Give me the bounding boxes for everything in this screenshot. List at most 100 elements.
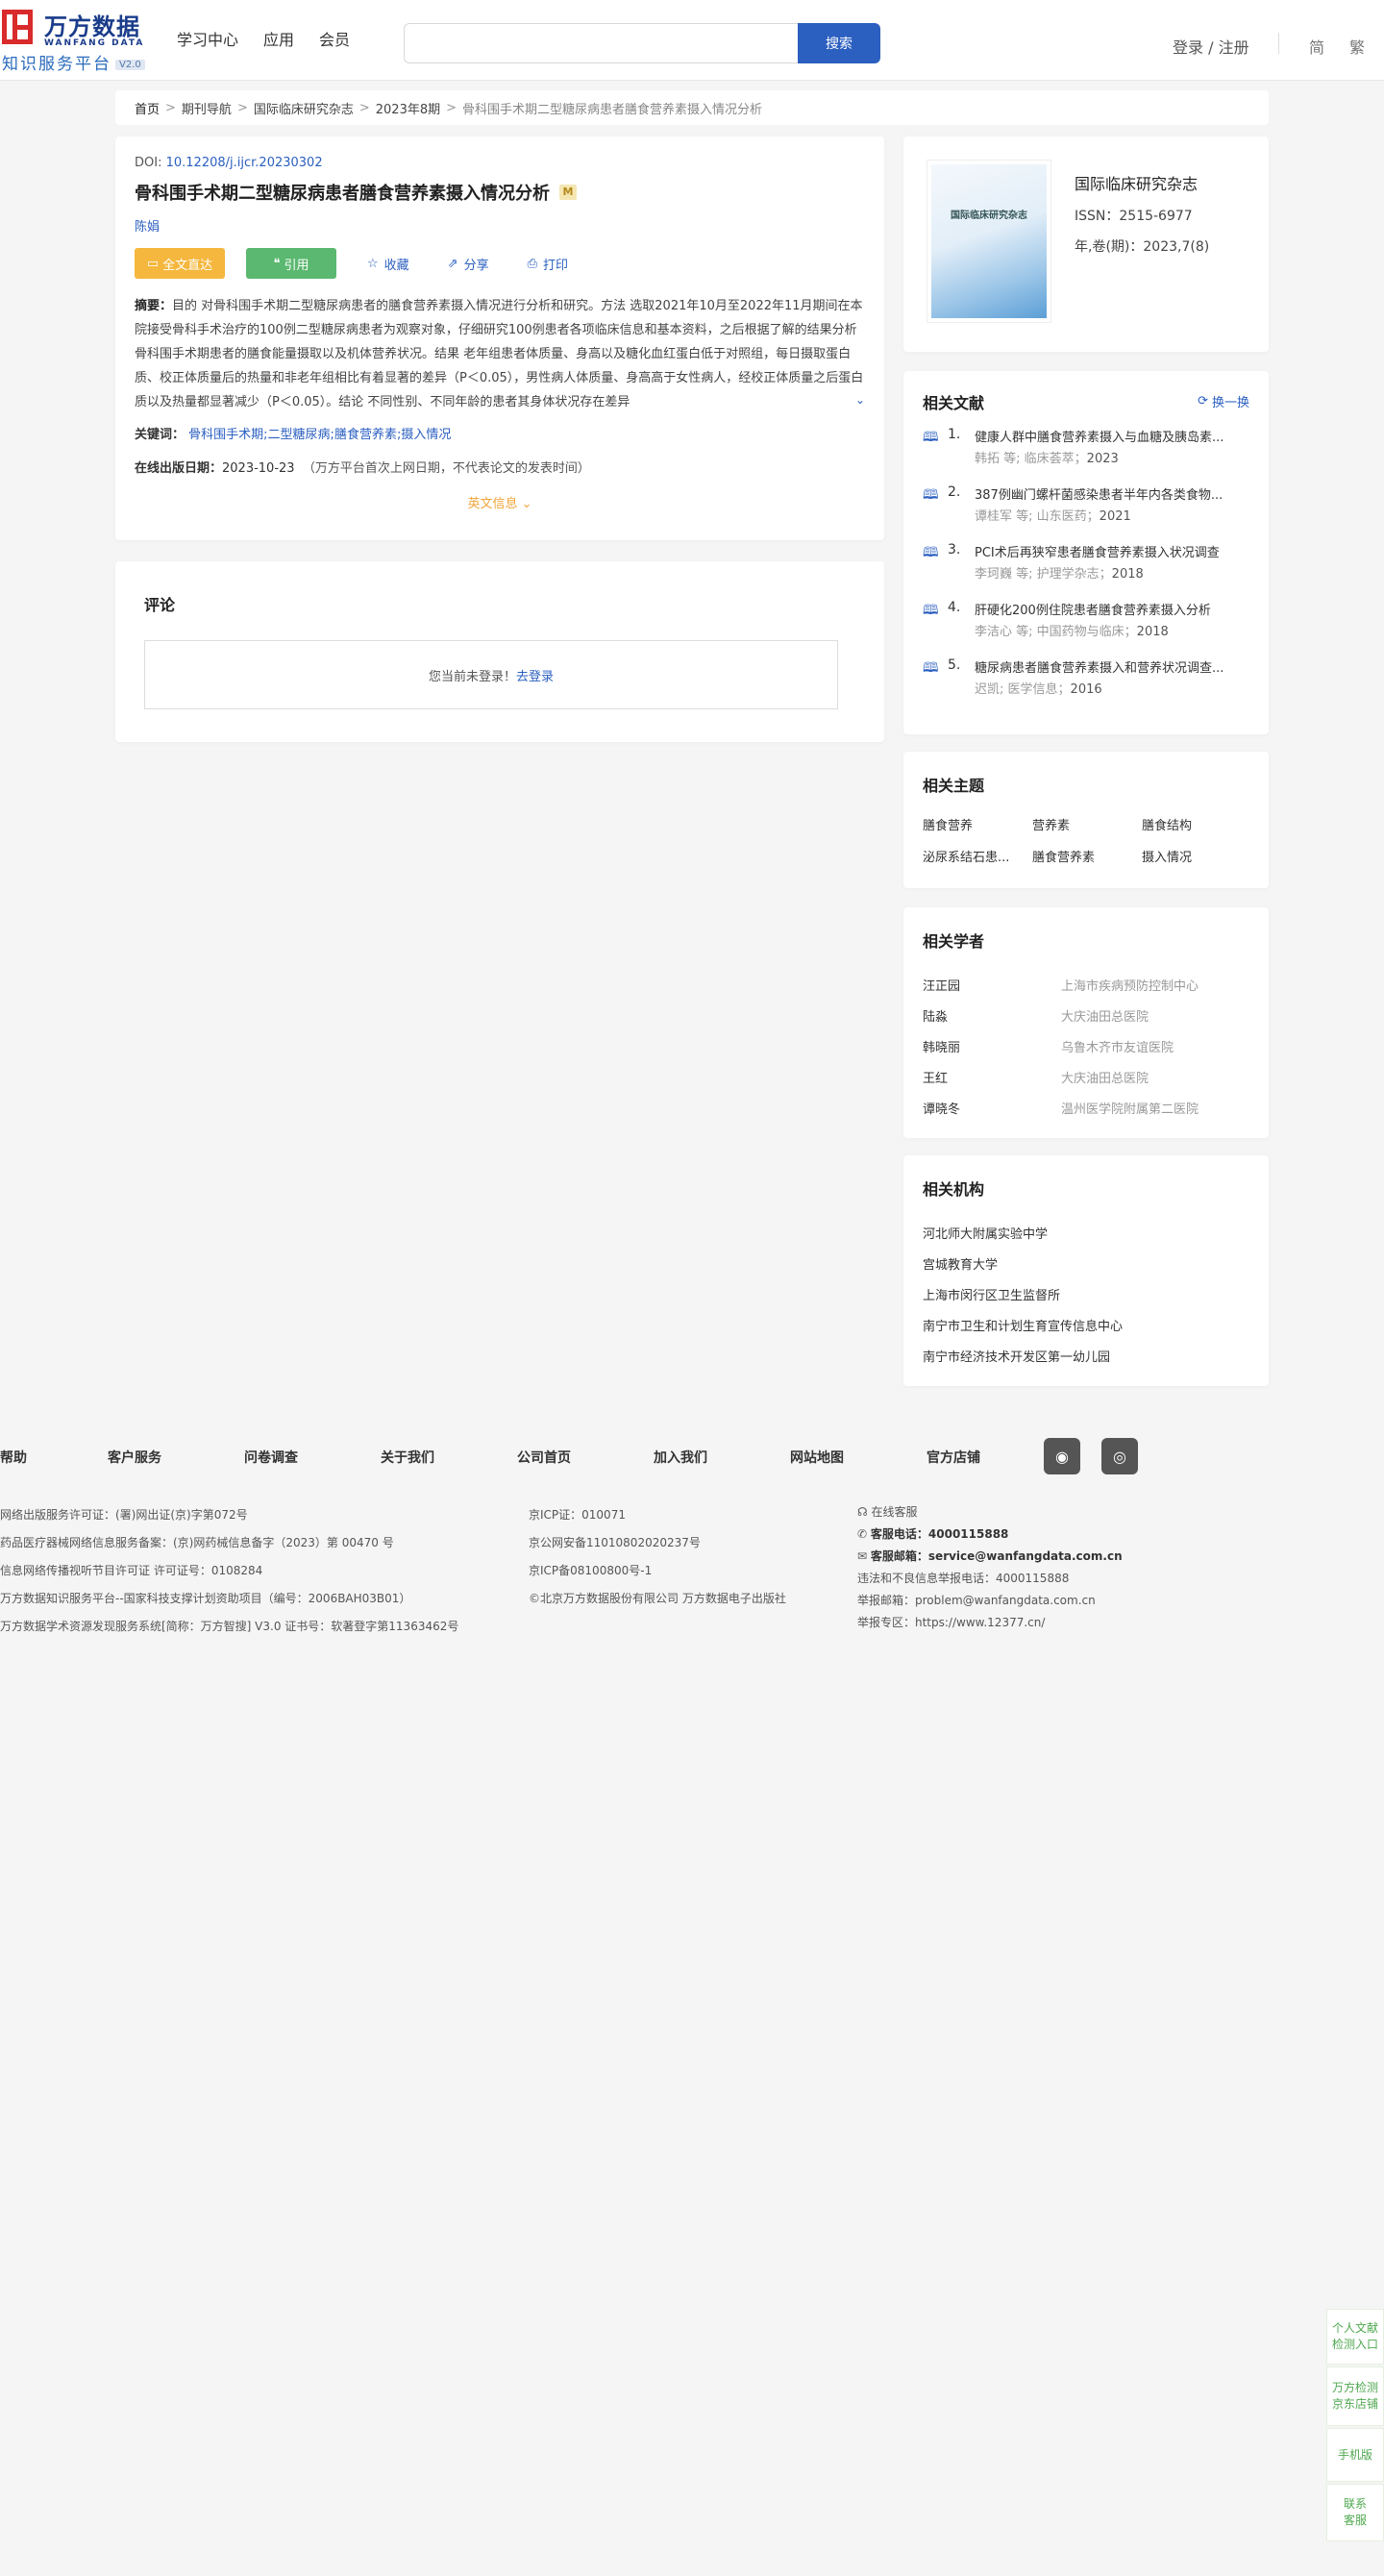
report-email: 举报邮箱：problem@wanfangdata.com.cn [857, 1594, 1096, 1607]
email-address: service@wanfangdata.com.cn [927, 1549, 1123, 1563]
keyword-link[interactable]: 骨科围手术期; [188, 428, 267, 442]
mobile-version-entry[interactable]: 手机版 [1326, 2428, 1384, 2482]
doc-title[interactable]: 肝硬化200例住院患者膳食营养素摄入分析 [975, 600, 1249, 618]
doi-label: DOI: [135, 156, 162, 170]
footer-join-us[interactable]: 加入我们 [654, 1448, 707, 1467]
login-register-link[interactable]: 登录 / 注册 [1173, 35, 1249, 58]
star-icon: ☆ [367, 256, 379, 271]
doc-title[interactable]: PCI术后再狭窄患者膳食营养素摄入状况调查 [975, 542, 1249, 560]
org-link[interactable]: 南宁市经济技术开发区第一幼儿园 [923, 1340, 1249, 1371]
topic-link[interactable]: 膳食营养 [923, 815, 1032, 833]
cite-button[interactable]: ❝ 引用 [246, 248, 336, 279]
logo-english: WANFANG DATA [44, 38, 145, 48]
related-doc-item[interactable]: 🕮 5. 糖尿病患者膳食营养素摄入和营养状况调查... 迟凯; 医学信息；201… [923, 657, 1249, 702]
doc-title[interactable]: 健康人群中膳食营养素摄入与血糖及胰岛素... [975, 427, 1249, 445]
icp-line[interactable]: 京ICP证：010071 [529, 1501, 786, 1529]
plagiarism-check-entry[interactable]: 个人文献检测入口 [1326, 2309, 1384, 2365]
topic-link[interactable]: 膳食营养素 [1032, 847, 1142, 865]
wechat-icon[interactable]: ◎ [1101, 1438, 1138, 1474]
icp-line[interactable]: 京公网安备11010802020237号 [529, 1529, 786, 1557]
related-doc-item[interactable]: 🕮 4. 肝硬化200例住院患者膳食营养素摄入分析 李洁心 等; 中国药物与临床… [923, 600, 1249, 644]
footer-customer-service[interactable]: 客户服务 [108, 1448, 161, 1467]
footer-sitemap[interactable]: 网站地图 [790, 1448, 844, 1467]
main-nav: 学习中心 应用 会员 [177, 27, 350, 50]
online-service-link[interactable]: ☊ 在线客服 [857, 1501, 1123, 1523]
keyword-link[interactable]: 二型糖尿病; [268, 428, 334, 442]
full-text-icon: ▭ [146, 256, 160, 271]
chevron-down-icon[interactable]: ⌄ [851, 388, 865, 412]
scholar-name[interactable]: 汪正园 [923, 976, 1061, 994]
doc-authors: 李洁心 等; [975, 625, 1033, 639]
org-link[interactable]: 河北师大附属实验中学 [923, 1217, 1249, 1248]
doc-title[interactable]: 387例幽门螺杆菌感染患者半年内各类食物... [975, 484, 1249, 503]
doc-meta: 韩拓 等; 临床荟萃；2023 [975, 448, 1119, 466]
full-text-button[interactable]: ▭ 全文直达 [135, 248, 225, 279]
related-doc-item[interactable]: 🕮 1. 健康人群中膳食营养素摄入与血糖及胰岛素... 韩拓 等; 临床荟萃；2… [923, 427, 1249, 471]
footer-help[interactable]: 帮助 [0, 1448, 27, 1467]
scholar-org[interactable]: 大庆油田总医院 [1061, 1068, 1149, 1086]
topic-link[interactable]: 营养素 [1032, 815, 1142, 833]
journal-name[interactable]: 国际临床研究杂志 [1075, 171, 1198, 194]
scholar-name[interactable]: 谭晓冬 [923, 1099, 1061, 1117]
refresh-button[interactable]: ⟳ 换一换 [1198, 392, 1249, 410]
breadcrumb: 首页 > 期刊导航 > 国际临床研究杂志 > 2023年8期 > 骨科围手术期二… [115, 90, 1269, 125]
report-zone-link[interactable]: 举报专区：https://www.12377.cn/ [857, 1612, 1123, 1634]
keyword-link[interactable]: 摄入情况 [401, 428, 451, 442]
share-label: 分享 [463, 258, 489, 273]
share-button[interactable]: ⇗ 分享 [448, 255, 489, 273]
author-link[interactable]: 陈娟 [135, 216, 865, 235]
collect-button[interactable]: ☆ 收藏 [367, 255, 409, 273]
license-line: 万方数据知识服务平台--国家科技支撑计划资助项目（编号：2006BAH03B01… [0, 1592, 411, 1605]
nav-learning-center[interactable]: 学习中心 [177, 27, 238, 50]
search-input[interactable] [404, 23, 798, 63]
footer-official-store[interactable]: 官方店铺 [927, 1448, 980, 1467]
footer-company-home[interactable]: 公司首页 [517, 1448, 571, 1467]
footer-icp: 京ICP证：010071 京公网安备11010802020237号 京ICP备0… [529, 1501, 786, 1613]
related-orgs-card: 相关机构 河北师大附属实验中学 宫城教育大学 上海市闵行区卫生监督所 南宁市卫生… [903, 1155, 1269, 1386]
english-info-toggle[interactable]: 英文信息 ⌄ [135, 493, 865, 511]
go-login-link[interactable]: 去登录 [516, 666, 554, 684]
scholar-org[interactable]: 温州医学院附属第二医院 [1061, 1099, 1199, 1117]
scholar-name[interactable]: 陆淼 [923, 1006, 1061, 1025]
contact-service-entry[interactable]: 联系客服 [1326, 2484, 1384, 2541]
lang-traditional[interactable]: 繁 [1349, 35, 1365, 58]
footer-about[interactable]: 关于我们 [381, 1448, 434, 1467]
org-link[interactable]: 上海市闵行区卫生监督所 [923, 1278, 1249, 1309]
icp-line[interactable]: 京ICP备08100800号-1 [529, 1557, 786, 1585]
email-line: ✉ 客服邮箱：service@wanfangdata.com.cn [857, 1546, 1123, 1568]
lang-simplified[interactable]: 简 [1309, 35, 1324, 58]
org-link[interactable]: 南宁市卫生和计划生育宣传信息中心 [923, 1309, 1249, 1340]
breadcrumb-journal-nav[interactable]: 期刊导航 [182, 99, 232, 117]
breadcrumb-issue[interactable]: 2023年8期 [376, 99, 440, 117]
license-line: 药品医疗器械网络信息服务备案：(京)网药械信息备字（2023）第 00470 号 [0, 1536, 394, 1549]
org-link[interactable]: 宫城教育大学 [923, 1248, 1249, 1278]
topic-link[interactable]: 泌尿系结石患... [923, 847, 1032, 865]
topic-link[interactable]: 摄入情况 [1142, 847, 1251, 865]
topic-link[interactable]: 膳食结构 [1142, 815, 1251, 833]
nav-apps[interactable]: 应用 [263, 27, 294, 50]
wanfang-logo[interactable]: 万方数据 WANFANG DATA 知识服务平台 V2.0 [0, 6, 154, 74]
breadcrumb-journal[interactable]: 国际临床研究杂志 [254, 99, 354, 117]
scholar-name[interactable]: 王红 [923, 1068, 1061, 1086]
related-doc-item[interactable]: 🕮 3. PCI术后再狭窄患者膳食营养素摄入状况调查 李珂巍 等; 护理学杂志；… [923, 542, 1249, 586]
doi-link[interactable]: 10.12208/j.ijcr.20230302 [166, 156, 323, 170]
phone-line: ✆ 客服电话：4000115888 [857, 1523, 1123, 1546]
weibo-icon[interactable]: ◉ [1044, 1438, 1080, 1474]
keyword-link[interactable]: 膳食营养素; [334, 428, 401, 442]
journal-cover[interactable]: 国际临床研究杂志 [927, 160, 1051, 323]
scholar-org[interactable]: 大庆油田总医院 [1061, 1006, 1149, 1025]
scholar-org[interactable]: 乌鲁木齐市友谊医院 [1061, 1037, 1174, 1055]
phone-label: 客服电话： [870, 1527, 928, 1541]
print-button[interactable]: ⎙ 打印 [528, 255, 568, 273]
scholar-org[interactable]: 上海市疾病预防控制中心 [1061, 976, 1199, 994]
m-badge-icon[interactable]: M [559, 185, 577, 200]
jd-store-entry[interactable]: 万方检测京东店铺 [1326, 2366, 1384, 2426]
doc-title[interactable]: 糖尿病患者膳食营养素摄入和营养状况调查... [975, 657, 1249, 676]
doc-authors: 韩拓 等; [975, 452, 1021, 466]
breadcrumb-home[interactable]: 首页 [135, 99, 160, 117]
search-button[interactable]: 搜索 [798, 23, 880, 63]
related-doc-item[interactable]: 🕮 2. 387例幽门螺杆菌感染患者半年内各类食物... 谭桂军 等; 山东医药… [923, 484, 1249, 529]
footer-survey[interactable]: 问卷调查 [244, 1448, 298, 1467]
nav-membership[interactable]: 会员 [319, 27, 350, 50]
scholar-name[interactable]: 韩晓丽 [923, 1037, 1061, 1055]
